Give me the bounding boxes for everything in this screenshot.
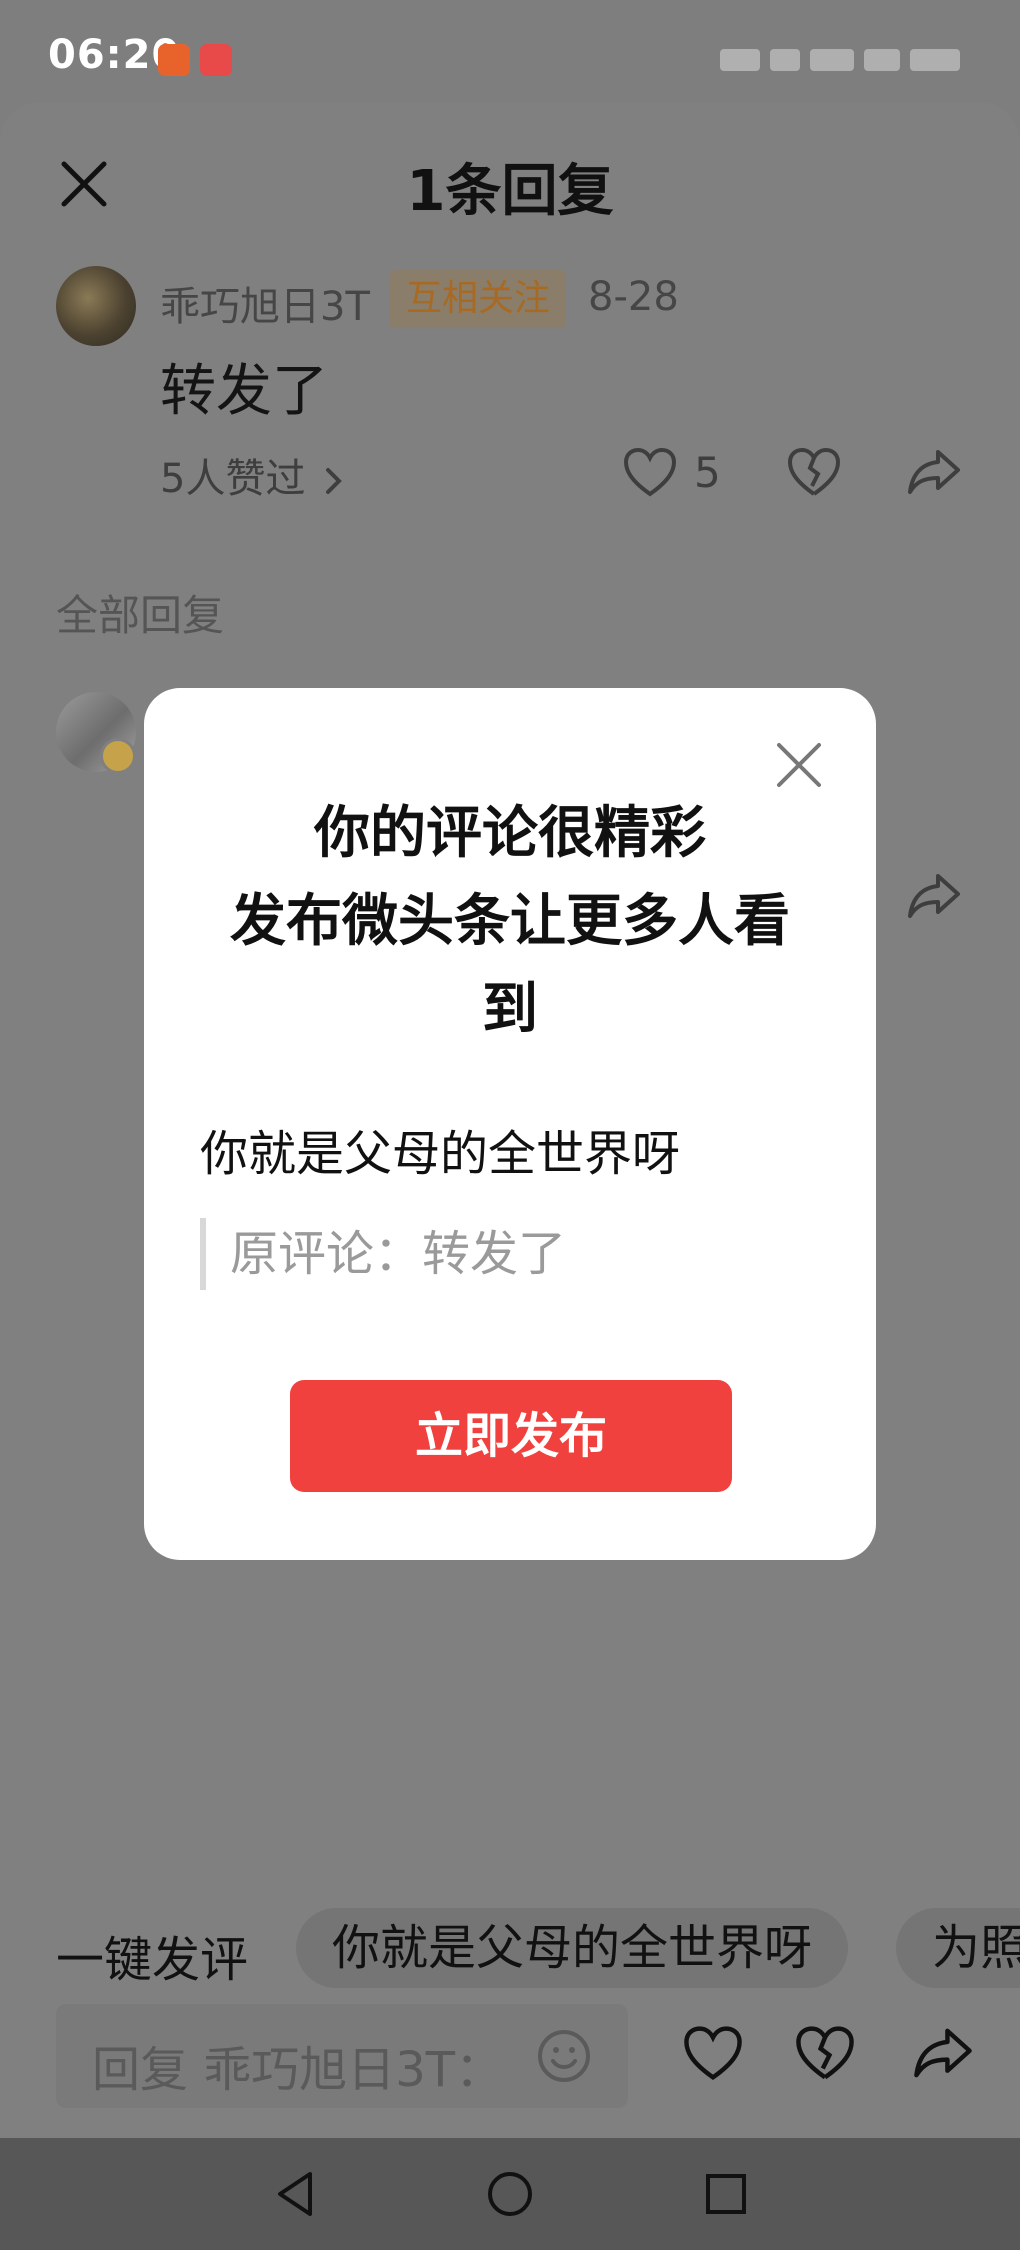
close-icon[interactable]: [774, 740, 824, 790]
status-indicators: [670, 46, 960, 74]
dialog-title-line: 到: [482, 977, 538, 1042]
reply-input[interactable]: 回复 乖巧旭日3T：: [56, 2004, 628, 2108]
broken-heart-icon[interactable]: [786, 446, 842, 498]
notification-app-icon: [158, 44, 190, 76]
heart-icon[interactable]: [682, 2024, 744, 2082]
status-bar: 06:20: [0, 0, 1020, 102]
share-icon[interactable]: [906, 870, 962, 922]
quick-comment-chip[interactable]: 为照: [896, 1908, 1020, 1988]
like-count: 5: [694, 448, 721, 497]
all-replies-label: 全部回复: [56, 591, 225, 640]
chevron-right-icon: [326, 468, 343, 494]
comment-date: 8-28: [588, 274, 679, 320]
home-icon[interactable]: [484, 2168, 536, 2220]
level-badge: [100, 738, 136, 774]
broken-heart-icon[interactable]: [794, 2024, 856, 2082]
original-comment-quote: 原评论：转发了: [200, 1218, 566, 1290]
sheet-title: 1条回复: [406, 159, 614, 224]
quote-text: 转发了: [422, 1226, 567, 1282]
heart-icon[interactable]: [622, 446, 678, 498]
quote-label: 原评论：: [230, 1226, 423, 1282]
quick-comment-chip[interactable]: 你就是父母的全世界呀: [296, 1908, 849, 1988]
quick-comment-label: 一键发评: [56, 1932, 249, 1988]
recents-icon[interactable]: [700, 2168, 752, 2220]
dialog-title-line: 发布微头条让更多人看: [230, 889, 790, 954]
toutiao-app-icon: [200, 44, 232, 76]
share-icon[interactable]: [906, 446, 962, 498]
avatar[interactable]: [56, 266, 136, 346]
back-icon[interactable]: [270, 2168, 322, 2220]
system-nav-bar: [0, 2138, 1020, 2250]
comment-username[interactable]: 乖巧旭日3T: [160, 274, 370, 332]
mutual-follow-badge: 互相关注: [390, 270, 567, 328]
liked-by-label: 5人赞过: [160, 456, 306, 502]
dialog-post-text: 你就是父母的全世界呀: [200, 1126, 681, 1182]
liked-by-link[interactable]: 5人赞过: [160, 446, 344, 504]
dialog-title: 你的评论很精彩 发布微头条让更多人看 到: [214, 790, 806, 1054]
share-icon[interactable]: [912, 2024, 974, 2082]
publish-button[interactable]: 立即发布: [290, 1380, 732, 1492]
emoji-icon[interactable]: [536, 2028, 592, 2084]
dialog-title-line: 你的评论很精彩: [314, 801, 706, 866]
comment-text: 转发了: [160, 359, 328, 424]
reply-placeholder: 回复 乖巧旭日3T：: [92, 2042, 504, 2098]
publish-dialog: 你的评论很精彩 发布微头条让更多人看 到 你就是父母的全世界呀 原评论：转发了 …: [144, 688, 876, 1560]
